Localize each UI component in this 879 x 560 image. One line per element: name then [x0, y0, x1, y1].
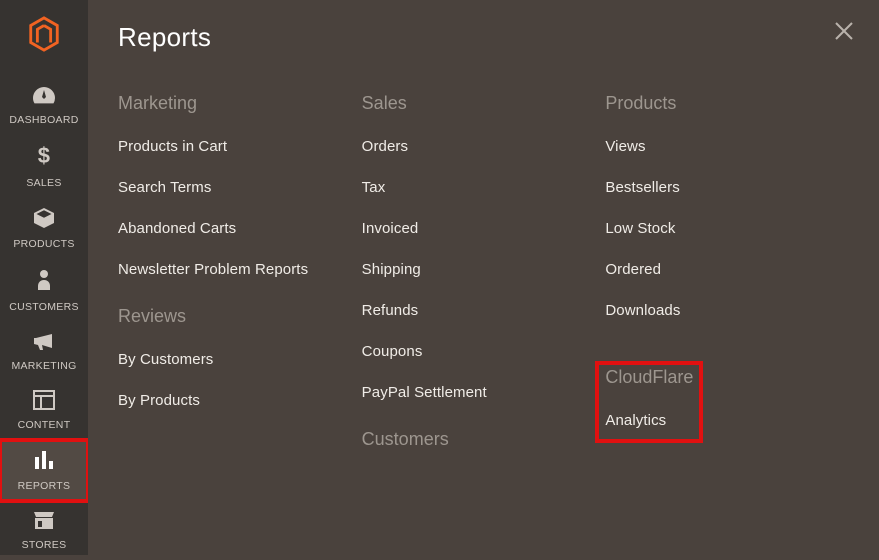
- megaphone-icon: [0, 331, 88, 354]
- close-icon: [833, 20, 855, 42]
- link-reviews-by-products[interactable]: By Products: [118, 392, 342, 409]
- link-reviews-by-customers[interactable]: By Customers: [118, 351, 342, 368]
- person-icon: [0, 268, 88, 295]
- link-ordered[interactable]: Ordered: [605, 261, 829, 278]
- svg-text:$: $: [38, 144, 51, 168]
- link-shipping[interactable]: Shipping: [362, 261, 586, 278]
- reports-flyout-panel: Reports Marketing Products in Cart Searc…: [88, 0, 879, 555]
- sidebar-item-marketing[interactable]: MARKETING: [0, 322, 88, 381]
- sidebar-label: DASHBOARD: [9, 114, 78, 126]
- link-cloudflare-analytics[interactable]: Analytics: [605, 412, 693, 429]
- magento-logo[interactable]: [24, 16, 64, 52]
- sidebar-label: CONTENT: [18, 419, 71, 431]
- page-title: Reports: [118, 22, 849, 53]
- link-products-in-cart[interactable]: Products in Cart: [118, 138, 342, 155]
- sidebar-item-stores[interactable]: STORES: [0, 501, 88, 560]
- link-bestsellers[interactable]: Bestsellers: [605, 179, 829, 196]
- section-heading-products: Products: [605, 93, 829, 114]
- link-refunds[interactable]: Refunds: [362, 302, 586, 319]
- box-icon: [0, 207, 88, 232]
- sidebar-label: REPORTS: [18, 480, 71, 492]
- column-sales-customers: Sales Orders Tax Invoiced Shipping Refun…: [362, 93, 606, 474]
- sidebar-label: MARKETING: [11, 360, 76, 372]
- sidebar-item-sales[interactable]: $ SALES: [0, 135, 88, 198]
- link-coupons[interactable]: Coupons: [362, 343, 586, 360]
- sidebar-label: CUSTOMERS: [9, 301, 79, 313]
- sidebar-label: SALES: [26, 177, 61, 189]
- sidebar-item-customers[interactable]: CUSTOMERS: [0, 259, 88, 322]
- link-invoiced[interactable]: Invoiced: [362, 220, 586, 237]
- gauge-icon: [0, 85, 88, 108]
- link-low-stock[interactable]: Low Stock: [605, 220, 829, 237]
- cloudflare-group: CloudFlare Analytics: [597, 363, 701, 441]
- magento-logo-icon: [26, 16, 62, 52]
- close-button[interactable]: [833, 20, 855, 47]
- link-abandoned-carts[interactable]: Abandoned Carts: [118, 220, 342, 237]
- sidebar-item-reports[interactable]: REPORTS: [0, 440, 88, 501]
- link-views[interactable]: Views: [605, 138, 829, 155]
- admin-sidebar: DASHBOARD $ SALES PRODUCTS CUSTOMERS MAR…: [0, 0, 88, 555]
- sidebar-label: PRODUCTS: [13, 238, 74, 250]
- section-heading-customers: Customers: [362, 429, 586, 450]
- sidebar-label: STORES: [22, 539, 67, 551]
- bar-chart-icon: [0, 449, 88, 474]
- sidebar-item-products[interactable]: PRODUCTS: [0, 198, 88, 259]
- link-newsletter-problem[interactable]: Newsletter Problem Reports: [118, 261, 342, 278]
- sidebar-item-content[interactable]: CONTENT: [0, 381, 88, 440]
- link-search-terms[interactable]: Search Terms: [118, 179, 342, 196]
- sidebar-item-dashboard[interactable]: DASHBOARD: [0, 76, 88, 135]
- storefront-icon: [0, 510, 88, 533]
- section-heading-sales: Sales: [362, 93, 586, 114]
- link-tax[interactable]: Tax: [362, 179, 586, 196]
- column-products-cloudflare: Products Views Bestsellers Low Stock Ord…: [605, 93, 849, 474]
- link-downloads[interactable]: Downloads: [605, 302, 829, 319]
- section-heading-marketing: Marketing: [118, 93, 342, 114]
- link-paypal-settlement[interactable]: PayPal Settlement: [362, 384, 586, 401]
- link-orders[interactable]: Orders: [362, 138, 586, 155]
- section-heading-cloudflare: CloudFlare: [605, 367, 693, 388]
- section-heading-reviews: Reviews: [118, 306, 342, 327]
- column-marketing-reviews: Marketing Products in Cart Search Terms …: [118, 93, 362, 474]
- layout-icon: [0, 390, 88, 413]
- dollar-icon: $: [0, 144, 88, 171]
